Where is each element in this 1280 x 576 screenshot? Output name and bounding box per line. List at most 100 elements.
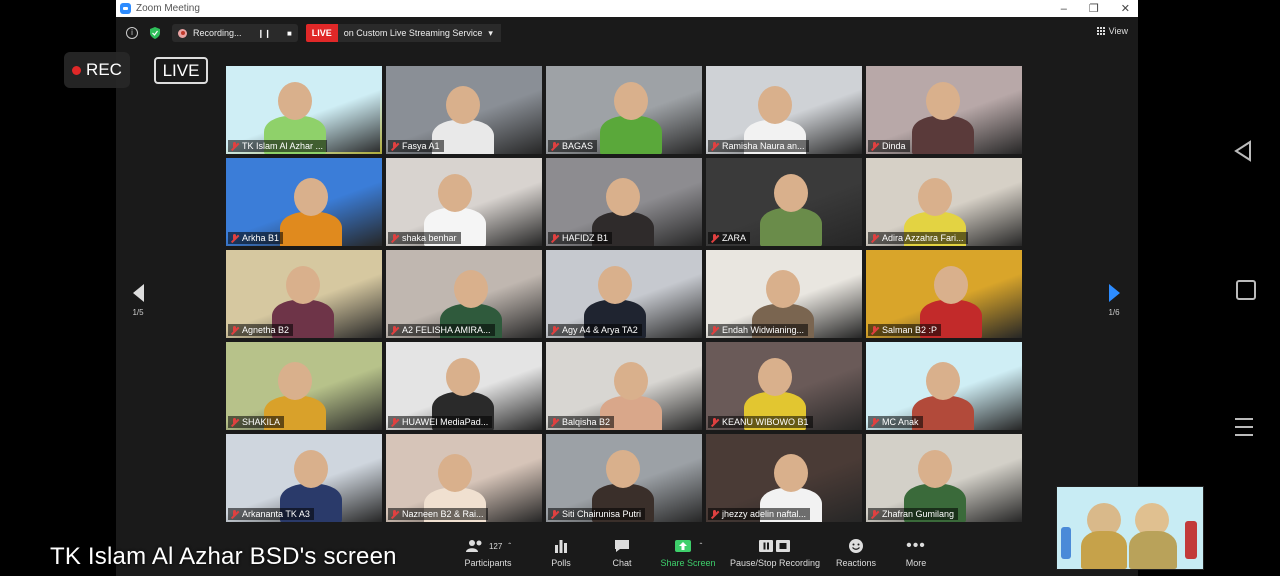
chat-button[interactable]: Chat [602, 538, 642, 568]
participant-name-label: Dinda [868, 140, 910, 152]
restore-icon[interactable]: ❐ [1089, 2, 1099, 15]
live-overlay-label: LIVE [162, 60, 200, 80]
home-icon[interactable] [1236, 280, 1256, 300]
share-screen-button[interactable]: ˆ Share Screen [656, 538, 720, 568]
arrow-left-icon [132, 284, 144, 302]
mic-muted-icon [710, 509, 719, 519]
minimize-icon[interactable]: – [1061, 3, 1067, 15]
rec-overlay-label: REC [86, 60, 122, 79]
mic-muted-icon [870, 325, 879, 335]
participant-tile[interactable]: Salman B2 :P [866, 250, 1022, 338]
participant-face [926, 82, 960, 120]
rec-overlay-badge: REC [64, 52, 130, 88]
participant-tile[interactable]: HAFIDZ B1 [546, 158, 702, 246]
participant-face [438, 174, 472, 212]
participant-tile[interactable]: Siti Chairunisa Putri [546, 434, 702, 522]
participant-name: Ramisha Naura an... [722, 141, 805, 151]
info-icon[interactable]: i [126, 27, 138, 39]
participant-tile[interactable]: KEANU WIBOWO B1 [706, 342, 862, 430]
mic-muted-icon [390, 509, 399, 519]
participant-face [446, 358, 480, 396]
reactions-button[interactable]: Reactions [834, 538, 878, 568]
participant-tile[interactable]: Arkananta TK A3 [226, 434, 382, 522]
participant-name: Arkha B1 [242, 233, 280, 243]
participant-name: shaka benhar [402, 233, 457, 243]
participant-tile[interactable]: HUAWEI MediaPad... [386, 342, 542, 430]
pause-recording-icon[interactable]: ❙❙ [258, 29, 271, 38]
participant-name-label: BAGAS [548, 140, 598, 152]
chevron-up-icon[interactable]: ˆ [700, 542, 703, 551]
participant-face [286, 266, 320, 304]
participant-tile[interactable]: Zhafran Gumilang [866, 434, 1022, 522]
live-badge[interactable]: LIVE [305, 24, 338, 42]
live-service-dropdown[interactable]: on Custom Live Streaming Service ▾ [337, 24, 501, 42]
participant-body [600, 116, 662, 154]
participant-name-label: A2 FELISHA AMIRA... [388, 324, 495, 336]
menu-icon[interactable] [1235, 418, 1253, 442]
view-button[interactable]: View [1096, 26, 1128, 36]
polls-label: Polls [551, 558, 571, 568]
participant-tile[interactable]: ZARA [706, 158, 862, 246]
participant-tile[interactable]: jhezzy adelin naftal... [706, 434, 862, 522]
zoom-logo-icon [120, 3, 131, 14]
participant-face [446, 86, 480, 124]
participant-tile[interactable]: TK Islam Al Azhar ... [226, 66, 382, 154]
participant-face [918, 178, 952, 216]
record-dot-icon [72, 65, 82, 75]
participant-tile[interactable]: Fasya A1 [386, 66, 542, 154]
mic-muted-icon [550, 417, 559, 427]
title-bar: Zoom Meeting – ❐ ✕ [116, 0, 1138, 17]
participant-face [614, 82, 648, 120]
participant-face [758, 86, 792, 124]
participant-tile[interactable]: Nazneen B2 & Rai... [386, 434, 542, 522]
mic-muted-icon [390, 141, 399, 151]
participant-name-label: Fasya A1 [388, 140, 444, 152]
participant-body [760, 208, 822, 246]
participant-name-label: jhezzy adelin naftal... [708, 508, 811, 520]
pause-stop-recording-button[interactable]: Pause/Stop Recording [728, 538, 822, 568]
participant-tile[interactable]: Balqisha B2 [546, 342, 702, 430]
chevron-up-icon[interactable]: ˆ [508, 542, 511, 551]
more-button[interactable]: ••• More [896, 537, 936, 568]
mic-muted-icon [710, 233, 719, 243]
participant-tile[interactable]: MC Anak [866, 342, 1022, 430]
live-overlay-badge: LIVE [154, 57, 208, 84]
participants-button[interactable]: 127 ˆ Participants [458, 538, 518, 568]
more-label: More [905, 558, 927, 568]
mic-muted-icon [390, 325, 399, 335]
mic-muted-icon [710, 325, 719, 335]
previous-page-button[interactable]: 1/5 [128, 284, 148, 317]
participant-tile[interactable]: BAGAS [546, 66, 702, 154]
polls-button[interactable]: Polls [541, 538, 581, 568]
participant-name-label: Siti Chairunisa Putri [548, 508, 646, 520]
stop-recording-icon[interactable]: ■ [287, 29, 292, 38]
mic-muted-icon [550, 233, 559, 243]
participant-tile[interactable]: Ramisha Naura an... [706, 66, 862, 154]
participant-name-label: Ramisha Naura an... [708, 140, 809, 152]
participant-name: Arkananta TK A3 [242, 509, 310, 519]
participant-face [454, 270, 488, 308]
participant-name: MC Anak [882, 417, 919, 427]
chat-label: Chat [612, 558, 632, 568]
back-icon[interactable] [1234, 140, 1252, 162]
participant-tile[interactable]: Endah Widwianing... [706, 250, 862, 338]
participant-name-label: HUAWEI MediaPad... [388, 416, 493, 428]
participant-tile[interactable]: SHAKILA [226, 342, 382, 430]
shared-screen-thumbnail[interactable] [1056, 486, 1204, 570]
mic-muted-icon [390, 417, 399, 427]
participant-tile[interactable]: Adira Azzahra Fari... [866, 158, 1022, 246]
participant-tile[interactable]: Arkha B1 [226, 158, 382, 246]
participant-tile[interactable]: A2 FELISHA AMIRA... [386, 250, 542, 338]
mic-muted-icon [870, 417, 879, 427]
participant-face [926, 362, 960, 400]
shield-icon[interactable] [150, 27, 160, 39]
participant-tile[interactable]: Agy A4 & Arya TA2 [546, 250, 702, 338]
participant-tile[interactable]: Agnetha B2 [226, 250, 382, 338]
cartoon-girl-figure [1185, 521, 1197, 559]
mic-muted-icon [230, 325, 239, 335]
gallery-grid: TK Islam Al Azhar ... Fasya A1 BAGAS Ramish… [226, 66, 1026, 526]
participant-tile[interactable]: shaka benhar [386, 158, 542, 246]
participant-tile[interactable]: Dinda [866, 66, 1022, 154]
next-page-button[interactable]: 1/6 [1104, 284, 1124, 317]
close-icon[interactable]: ✕ [1121, 2, 1130, 15]
